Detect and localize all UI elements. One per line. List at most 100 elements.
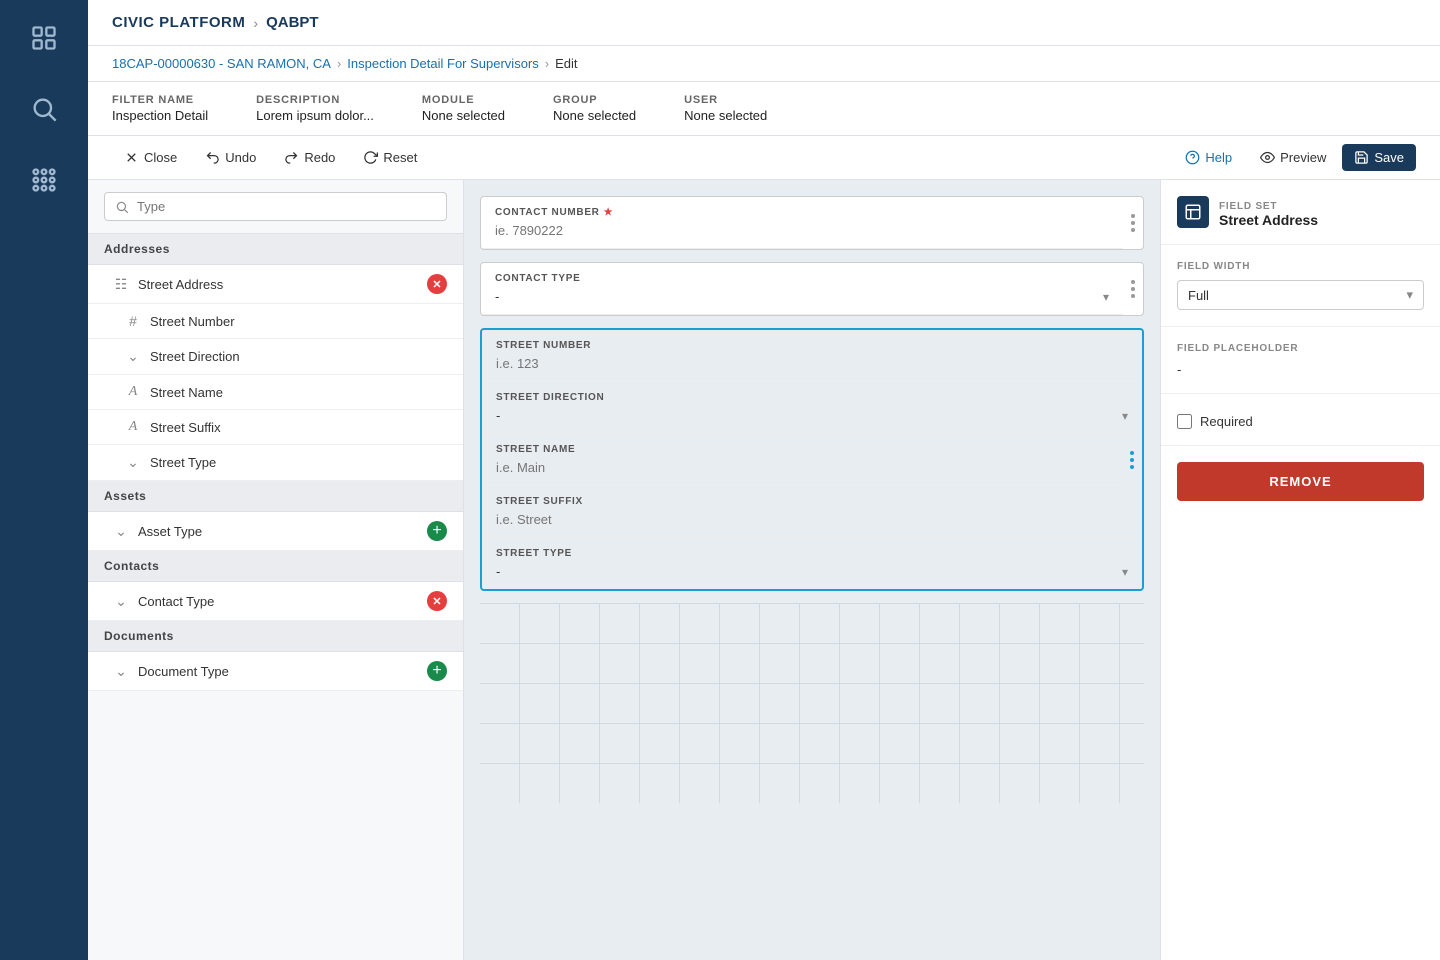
chevron-down-icon-width: ▾ bbox=[1406, 287, 1413, 303]
contact-number-label: CONTACT NUMBER ★ bbox=[495, 207, 1109, 218]
reset-button[interactable]: Reset bbox=[351, 144, 429, 171]
contact-type-select[interactable]: - bbox=[495, 289, 1103, 304]
meta-user: USER None selected bbox=[684, 94, 767, 123]
module-label: MODULE bbox=[422, 94, 505, 106]
filter-name-value: Inspection Detail bbox=[112, 108, 208, 123]
sidebar-label-street-number: Street Number bbox=[150, 314, 447, 329]
center-panel: CONTACT NUMBER ★ CONTACT TYPE bbox=[464, 180, 1160, 960]
street-number-label: STREET NUMBER bbox=[496, 340, 1128, 351]
sidebar-item-street-address[interactable]: ☷ Street Address ✕ bbox=[88, 265, 463, 304]
search-input[interactable] bbox=[137, 199, 436, 214]
meta-row: FILTER NAME Inspection Detail DESCRIPTIO… bbox=[88, 82, 1440, 136]
module-value: None selected bbox=[422, 108, 505, 123]
right-panel: FIELD SET Street Address FIELD WIDTH Ful… bbox=[1160, 180, 1440, 960]
description-value: Lorem ipsum dolor... bbox=[256, 108, 374, 123]
section-contacts: Contacts ⌄ Contact Type ✕ bbox=[88, 551, 463, 621]
contact-type-select-wrap: - ▾ bbox=[495, 289, 1109, 304]
street-name-row: STREET NAME bbox=[482, 434, 1142, 486]
street-name-menu[interactable] bbox=[1122, 434, 1142, 486]
toolbar: Close Undo Redo Reset Help Preview bbox=[88, 136, 1440, 180]
add-badge-document-type[interactable]: + bbox=[427, 661, 447, 681]
user-label: USER bbox=[684, 94, 767, 106]
header-chevron: › bbox=[253, 15, 258, 31]
close-button[interactable]: Close bbox=[112, 144, 189, 171]
sidebar-label-contact-type: Contact Type bbox=[138, 594, 419, 609]
field-placeholder-label: FIELD PLACEHOLDER bbox=[1177, 343, 1424, 354]
field-placeholder-value: - bbox=[1177, 362, 1424, 377]
sidebar-label-street-type: Street Type bbox=[150, 455, 447, 470]
field-placeholder-section: FIELD PLACEHOLDER - bbox=[1161, 327, 1440, 394]
field-width-select[interactable]: Full Half Quarter bbox=[1188, 288, 1406, 303]
sidebar-item-document-type[interactable]: ⌄ Document Type + bbox=[88, 652, 463, 691]
save-button[interactable]: Save bbox=[1342, 144, 1416, 171]
remove-badge-street-address[interactable]: ✕ bbox=[427, 274, 447, 294]
select-arrow-contact-type: ▾ bbox=[1103, 290, 1109, 304]
contact-number-menu[interactable] bbox=[1123, 197, 1143, 249]
remove-button[interactable]: REMOVE bbox=[1177, 462, 1424, 501]
required-checkbox[interactable] bbox=[1177, 414, 1192, 429]
required-checkbox-wrap: Required bbox=[1177, 414, 1424, 429]
contact-type-menu[interactable] bbox=[1123, 263, 1143, 315]
sidebar-item-street-type[interactable]: ⌄ Street Type bbox=[88, 445, 463, 481]
sidebar-label-street-direction: Street Direction bbox=[150, 349, 447, 364]
meta-group: GROUP None selected bbox=[553, 94, 636, 123]
breadcrumb-item-1[interactable]: 18CAP-00000630 - SAN RAMON, CA bbox=[112, 56, 331, 71]
sidebar-item-street-name[interactable]: A Street Name bbox=[88, 375, 463, 410]
main-content: CIVIC PLATFORM › QABPT 18CAP-00000630 - … bbox=[88, 0, 1440, 960]
contact-number-row: CONTACT NUMBER ★ bbox=[481, 197, 1143, 249]
section-documents: Documents ⌄ Document Type + bbox=[88, 621, 463, 691]
field-width-section: FIELD WIDTH Full Half Quarter ▾ bbox=[1161, 245, 1440, 327]
hash-icon: # bbox=[124, 313, 142, 329]
sidebar-item-contact-type[interactable]: ⌄ Contact Type ✕ bbox=[88, 582, 463, 621]
section-header-contacts: Contacts bbox=[88, 551, 463, 582]
street-direction-select[interactable]: - bbox=[496, 408, 1122, 423]
redo-button[interactable]: Redo bbox=[272, 144, 347, 171]
street-direction-select-wrap: - ▾ bbox=[496, 408, 1128, 423]
contact-number-card: CONTACT NUMBER ★ bbox=[480, 196, 1144, 250]
breadcrumb-sep-2: › bbox=[545, 56, 549, 71]
app-header: CIVIC PLATFORM › QABPT bbox=[88, 0, 1440, 46]
empty-grid-area bbox=[480, 603, 1144, 803]
remove-badge-contact-type[interactable]: ✕ bbox=[427, 591, 447, 611]
grid-icon[interactable] bbox=[22, 16, 66, 63]
add-badge-asset-type[interactable]: + bbox=[427, 521, 447, 541]
contact-number-input[interactable] bbox=[495, 223, 1109, 238]
sidebar-item-street-direction[interactable]: ⌄ Street Direction bbox=[88, 339, 463, 375]
street-direction-field: STREET DIRECTION - ▾ bbox=[482, 382, 1142, 434]
section-assets: Assets ⌄ Asset Type + bbox=[88, 481, 463, 551]
sidebar-item-street-suffix[interactable]: A Street Suffix bbox=[88, 410, 463, 445]
left-panel: Addresses ☷ Street Address ✕ # Street Nu… bbox=[88, 180, 464, 960]
street-direction-label: STREET DIRECTION bbox=[496, 392, 1128, 403]
breadcrumb-item-2[interactable]: Inspection Detail For Supervisors bbox=[347, 56, 538, 71]
street-suffix-input[interactable] bbox=[496, 512, 1128, 527]
chevron-down-icon-asset: ⌄ bbox=[112, 523, 130, 540]
street-number-input[interactable] bbox=[496, 356, 1128, 371]
search-icon bbox=[115, 200, 129, 214]
street-name-input[interactable] bbox=[496, 460, 1108, 475]
street-name-label: STREET NAME bbox=[496, 444, 1108, 455]
apps-icon[interactable] bbox=[22, 158, 66, 205]
select-arrow-street-type: ▾ bbox=[1122, 565, 1128, 579]
sub-brand-name: QABPT bbox=[266, 14, 319, 31]
sidebar-label-street-suffix: Street Suffix bbox=[150, 420, 447, 435]
street-type-select[interactable]: - bbox=[496, 564, 1122, 579]
breadcrumb: 18CAP-00000630 - SAN RAMON, CA › Inspect… bbox=[88, 46, 1440, 82]
search-icon[interactable] bbox=[22, 87, 66, 134]
filter-name-label: FILTER NAME bbox=[112, 94, 208, 106]
contact-type-field: CONTACT TYPE - ▾ bbox=[481, 263, 1123, 315]
sidebar-label-asset-type: Asset Type bbox=[138, 524, 419, 539]
sidebar-label-street-address: Street Address bbox=[138, 277, 419, 292]
undo-button[interactable]: Undo bbox=[193, 144, 268, 171]
field-width-select-wrap: Full Half Quarter ▾ bbox=[1177, 280, 1424, 310]
meta-module: MODULE None selected bbox=[422, 94, 505, 123]
help-button[interactable]: Help bbox=[1173, 144, 1244, 171]
street-type-label: STREET TYPE bbox=[496, 548, 1128, 559]
street-address-group: STREET NUMBER STREET DIRECTION - ▾ bbox=[480, 328, 1144, 591]
field-width-label: FIELD WIDTH bbox=[1177, 261, 1424, 272]
preview-button[interactable]: Preview bbox=[1248, 144, 1338, 171]
sidebar-item-asset-type[interactable]: ⌄ Asset Type + bbox=[88, 512, 463, 551]
section-header-documents: Documents bbox=[88, 621, 463, 652]
required-label: Required bbox=[1200, 414, 1253, 429]
sidebar-item-street-number[interactable]: # Street Number bbox=[88, 304, 463, 339]
chevron-down-icon-doc: ⌄ bbox=[112, 663, 130, 680]
